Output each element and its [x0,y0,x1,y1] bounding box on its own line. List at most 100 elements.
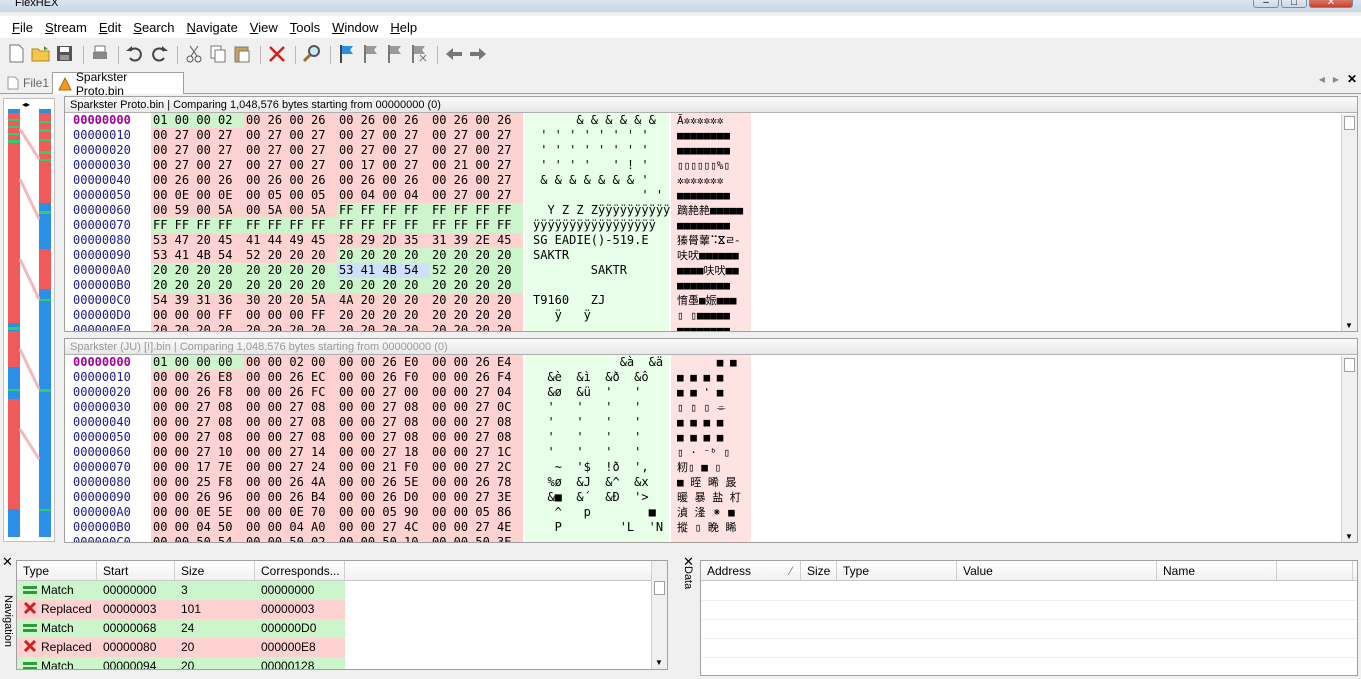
byte-group[interactable]: 00 00 26 B4 [244,490,337,505]
hex-row[interactable]: 00 00 25 F8 00 00 26 4A 00 00 26 5E 00 00 2… [151,475,525,490]
close-window-button[interactable]: ✕ [1309,0,1353,8]
hex-row[interactable]: FF FF FF FF FF FF FF FF FF FF FF FF FF FF F… [151,218,525,233]
byte-group[interactable]: 00 27 00 27 [430,128,523,143]
byte-group[interactable]: 00 27 00 27 [430,143,523,158]
minimize-button[interactable]: – [1253,0,1279,8]
bookmark-next-button[interactable] [360,44,382,66]
byte-group[interactable]: 53 41 4B 54 [337,263,430,278]
ascii-row[interactable]: %ø &J &^ &x [525,475,669,490]
byte-group[interactable]: 00 00 04 A0 [244,520,337,535]
byte-group[interactable]: 20 20 20 20 [430,278,523,293]
byte-group[interactable]: 20 20 20 20 [337,248,430,263]
byte-group[interactable]: 00 00 21 F0 [337,460,430,475]
column-header-value[interactable]: Value [957,561,1157,580]
byte-group[interactable]: 28 29 2D 35 [337,233,430,248]
byte-group[interactable]: 00 00 27 08 [337,415,430,430]
menu-stream[interactable]: Stream [39,20,93,35]
byte-group[interactable]: 00 17 00 27 [337,158,430,173]
byte-group[interactable]: 00 00 00 FF [151,308,244,323]
menu-file[interactable]: File [6,20,39,35]
byte-group[interactable]: 30 20 20 5A [244,293,337,308]
byte-group[interactable]: 00 00 26 E4 [430,355,523,370]
hex-row[interactable]: 00 00 17 7E 00 00 27 24 00 00 21 F0 00 00 2… [151,460,525,475]
byte-group[interactable]: 00 00 27 08 [337,400,430,415]
column-header-size[interactable]: Size [175,561,255,580]
byte-group[interactable]: 00 00 26 E0 [337,355,430,370]
byte-group[interactable]: 00 00 26 F0 [337,370,430,385]
byte-group[interactable]: 20 20 20 20 [430,293,523,308]
byte-group[interactable]: 20 20 20 20 [337,278,430,293]
ascii-row[interactable]: ^ p ■ [525,505,669,520]
byte-group[interactable]: 00 26 00 27 [430,173,523,188]
byte-group[interactable]: 00 00 27 08 [337,430,430,445]
scroll-down-icon[interactable]: ▼ [1345,532,1353,541]
byte-group[interactable]: 00 27 00 27 [244,128,337,143]
ascii-column[interactable]: & & & & & & ' ' ' ' ' ' ' ' ' ' ' ' ' ' … [525,113,721,331]
byte-group[interactable]: 20 20 20 20 [151,323,244,331]
open-folder-button[interactable] [30,44,52,66]
hex-row[interactable]: 01 00 00 02 00 26 00 26 00 26 00 26 00 26 0… [151,113,525,128]
hex-row[interactable]: 00 00 26 96 00 00 26 B4 00 00 26 D0 00 00 2… [151,490,525,505]
vertical-scrollbar[interactable]: ▼ [1341,356,1357,542]
byte-group[interactable]: 00 26 00 26 [151,173,244,188]
table-row[interactable]: Match 00000000 3 00000000 [17,581,667,600]
byte-group[interactable]: 20 20 20 20 [337,323,430,331]
table-row[interactable]: Replaced 00000080 20 000000E8 [17,638,667,657]
byte-group[interactable]: 00 00 26 F4 [430,370,523,385]
print-button[interactable] [89,44,111,66]
column-header-type[interactable]: Type [17,561,97,580]
comparison-minimap[interactable]: ◂▸ [3,98,55,542]
menu-edit[interactable]: Edit [93,20,127,35]
byte-group[interactable]: 00 00 25 F8 [151,475,244,490]
scroll-thumb[interactable] [654,581,665,595]
byte-group[interactable]: 20 20 20 20 [151,278,244,293]
column-header-start[interactable]: Start [97,561,175,580]
undo-button[interactable] [124,44,146,66]
byte-group[interactable]: 00 05 00 05 [244,188,337,203]
hex-row[interactable]: 00 00 00 FF 00 00 00 FF 20 20 20 20 20 20 2… [151,308,525,323]
hex-row[interactable]: 00 00 0E 5E 00 00 0E 70 00 00 05 90 00 00 0… [151,505,525,520]
byte-group[interactable]: 00 00 02 00 [244,355,337,370]
column-header-address[interactable]: Address ⁄ [701,561,801,580]
byte-group[interactable]: 00 00 27 08 [151,400,244,415]
forward-arrow-button[interactable] [467,44,489,66]
byte-group[interactable]: 00 00 0E 5E [151,505,244,520]
hex-row[interactable]: 53 47 20 45 41 44 49 45 28 29 2D 35 31 39 2… [151,233,525,248]
byte-group[interactable]: FF FF FF FF [337,203,430,218]
byte-group[interactable]: 00 00 26 4A [244,475,337,490]
back-arrow-button[interactable] [443,44,465,66]
column-header-type[interactable]: Type [837,561,957,580]
byte-group[interactable]: 00 00 27 08 [430,415,523,430]
byte-group[interactable]: 00 00 27 08 [244,430,337,445]
new-file-button[interactable] [6,44,28,66]
hex-row[interactable]: 00 26 00 26 00 26 00 26 00 26 00 26 00 26 0… [151,173,525,188]
scroll-thumb[interactable] [1344,116,1355,130]
ascii-row[interactable]: &■ &´ &Ð '> [525,490,669,505]
byte-group[interactable]: 00 5A 00 5A [244,203,337,218]
hex-row[interactable]: 53 41 4B 54 52 20 20 20 20 20 20 20 20 20 2… [151,248,525,263]
byte-group[interactable]: 00 00 27 08 [244,415,337,430]
byte-group[interactable]: 00 00 27 00 [337,385,430,400]
byte-group[interactable]: 20 20 20 20 [151,263,244,278]
data-table[interactable]: Address ⁄ Size Type Value Name [700,560,1358,676]
hex-pane-sparkster-ju[interactable]: Sparkster (JU) [!].bin | Comparing 1,048… [64,338,1358,543]
save-button[interactable] [54,44,76,66]
byte-group[interactable]: 00 00 50 54 [151,535,244,542]
ascii-row[interactable]: & & & & & & & ' [525,173,669,188]
hex-bytes-column[interactable]: 01 00 00 00 00 00 02 00 00 00 26 E0 00 00 2… [151,355,525,542]
menu-navigate[interactable]: Navigate [180,20,243,35]
byte-group[interactable]: 00 26 00 26 [337,173,430,188]
scroll-thumb[interactable] [1344,358,1355,372]
byte-group[interactable]: 00 04 00 04 [337,188,430,203]
ascii-row[interactable]: & & & & & & [525,113,669,128]
byte-group[interactable]: 20 20 20 20 [244,323,337,331]
byte-group[interactable]: 00 00 27 1C [430,445,523,460]
byte-group[interactable]: 41 44 49 45 [244,233,337,248]
byte-group[interactable]: 00 00 27 4E [430,520,523,535]
ascii-row[interactable]: ' ' ' ' [525,445,669,460]
ascii-row[interactable] [525,323,669,331]
byte-group[interactable]: 00 00 27 04 [430,385,523,400]
byte-group[interactable]: 00 27 00 27 [337,143,430,158]
hex-row[interactable]: 00 00 27 08 00 00 27 08 00 00 27 08 00 00 2… [151,415,525,430]
menu-search[interactable]: Search [127,20,180,35]
